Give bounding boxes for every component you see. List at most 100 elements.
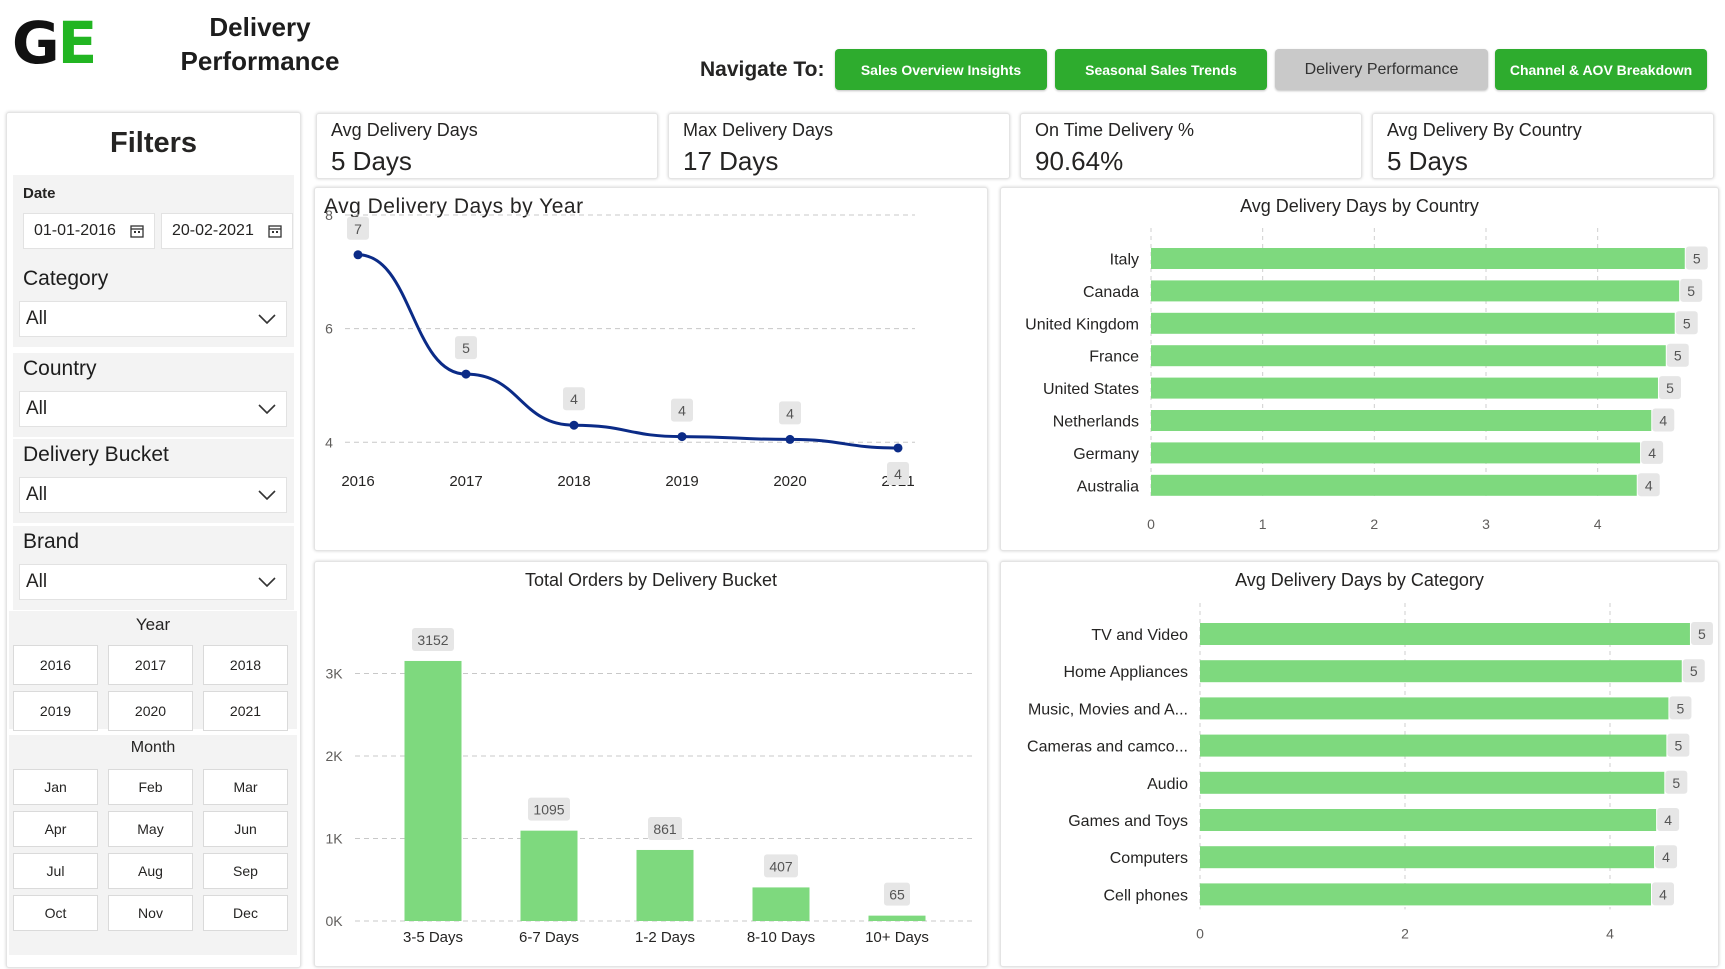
category-dropdown[interactable]: All (19, 301, 287, 337)
data-label: 5 (462, 340, 470, 356)
data-point (893, 443, 903, 453)
nav-delivery-performance-button[interactable]: Delivery Performance (1275, 49, 1488, 90)
data-label: 407 (769, 858, 793, 874)
bar (1151, 280, 1680, 302)
category-chart-card: Avg Delivery Days by Category 0 2 4 TV and … (1000, 561, 1719, 967)
data-point (353, 250, 363, 260)
calendar-icon[interactable] (130, 224, 144, 238)
month-tile-aug[interactable]: Aug (108, 853, 193, 889)
y-tick-label: 3K (325, 666, 343, 682)
kpi-label: Max Delivery Days (683, 120, 834, 140)
bar (752, 887, 810, 921)
avg-delivery-by-category-chart: 0 2 4 TV and Video 5 Home Appliances 5 Music, M… (1027, 603, 1713, 941)
x-tick-label: 2 (1401, 925, 1409, 941)
month-tile-feb[interactable]: Feb (108, 769, 193, 805)
category-label: Cell phones (1104, 887, 1189, 904)
y-tick-label: 0K (325, 913, 343, 929)
category-label: Australia (1077, 478, 1139, 495)
bar (1200, 846, 1655, 869)
x-tick-label: 2020 (773, 473, 806, 490)
bucket-dropdown[interactable]: All (19, 477, 287, 513)
chevron-down-icon (258, 314, 276, 324)
month-tile-mar[interactable]: Mar (203, 769, 288, 805)
calendar-icon[interactable] (268, 224, 282, 238)
bar (636, 849, 694, 921)
month-tile-dec[interactable]: Dec (203, 895, 288, 931)
date-to-value: 20-02-2021 (172, 222, 254, 239)
category-label: United States (1043, 381, 1139, 398)
nav-channel-aov-button[interactable]: Channel & AOV Breakdown (1495, 49, 1707, 90)
month-tile-may[interactable]: May (108, 811, 193, 847)
bar (1200, 697, 1669, 720)
x-tick-label: 0 (1196, 925, 1204, 941)
nav-sales-overview-button[interactable]: Sales Overview Insights (835, 49, 1047, 90)
data-label: 3152 (417, 632, 448, 648)
x-tick-label: 1-2 Days (635, 929, 695, 946)
date-to-input[interactable]: 20-02-2021 (161, 213, 293, 249)
year-label: Year (135, 615, 171, 634)
navigate-label: Navigate To: (700, 58, 825, 81)
year-tile-2020[interactable]: 2020 (108, 691, 193, 731)
category-label: Games and Toys (1068, 813, 1188, 830)
data-label: 7 (354, 221, 362, 237)
bar (1151, 248, 1685, 269)
bar (1151, 377, 1658, 399)
x-tick-label: 10+ Days (865, 929, 929, 946)
category-label: Music, Movies and A... (1028, 701, 1188, 718)
month-tile-nov[interactable]: Nov (108, 895, 193, 931)
chevron-down-icon (258, 490, 276, 500)
data-label: 4 (786, 405, 794, 421)
bucket-chart-card: Total Orders by Delivery Bucket 0K 1K 2K 3K… (314, 561, 988, 967)
category-label: Home Appliances (1063, 664, 1188, 681)
month-tile-oct[interactable]: Oct (13, 895, 98, 931)
x-tick-label: 2016 (341, 473, 374, 490)
month-tile-jan[interactable]: Jan (13, 769, 98, 805)
data-label: 5 (1674, 348, 1682, 364)
data-label: 5 (1687, 283, 1695, 299)
bucket-label: Delivery Bucket (23, 443, 169, 466)
bar (1151, 312, 1675, 334)
month-tile-apr[interactable]: Apr (13, 811, 98, 847)
data-label: 861 (653, 821, 677, 837)
data-label: 4 (1662, 849, 1670, 865)
bar (1200, 734, 1667, 757)
line-chart-card: Avg Delivery Days by Year 4 6 8 2016 2017 201… (314, 187, 988, 551)
month-tile-sep[interactable]: Sep (203, 853, 288, 889)
bar (1200, 809, 1657, 831)
nav-seasonal-trends-button[interactable]: Seasonal Sales Trends (1055, 49, 1267, 90)
kpi-label: Avg Delivery Days (331, 120, 478, 140)
filters-panel: Filters Date 01-01-2016 20-02-2021 Categ… (6, 112, 301, 968)
year-tile-2018[interactable]: 2018 (203, 645, 288, 685)
x-tick-label: 2017 (449, 473, 482, 490)
data-label: 5 (1672, 775, 1680, 791)
data-label: 4 (894, 466, 902, 482)
data-label: 5 (1693, 251, 1701, 267)
y-tick-label: 1K (325, 831, 343, 847)
year-tile-2016[interactable]: 2016 (13, 645, 98, 685)
category-label: Audio (1147, 776, 1188, 793)
month-tile-jun[interactable]: Jun (203, 811, 288, 847)
country-label: Country (23, 357, 97, 380)
year-tile-2017[interactable]: 2017 (108, 645, 193, 685)
country-chart-card: Avg Delivery Days by Country 0 1 2 3 4 Italy 5… (1000, 187, 1719, 551)
kpi-value: 5 Days (1387, 146, 1468, 176)
page-title-line1: Delivery (209, 12, 311, 42)
month-label: Month (130, 739, 176, 756)
kpi-label: Avg Delivery By Country (1387, 120, 1582, 140)
bucket-value: All (26, 484, 48, 505)
data-label: 4 (1664, 812, 1672, 828)
bar (404, 660, 462, 921)
avg-delivery-by-year-chart: 468201620172018201920202021754444 (325, 207, 915, 490)
chevron-down-icon (258, 404, 276, 414)
country-dropdown[interactable]: All (19, 391, 287, 427)
x-tick-label: 2 (1370, 516, 1378, 532)
year-tile-2019[interactable]: 2019 (13, 691, 98, 731)
month-tile-jul[interactable]: Jul (13, 853, 98, 889)
kpi-avg-delivery-by-country: Avg Delivery By Country 5 Days (1372, 113, 1714, 179)
brand-dropdown[interactable]: All (19, 564, 287, 600)
kpi-value: 5 Days (331, 146, 412, 176)
bar (1151, 345, 1666, 367)
brand-label: Brand (23, 530, 80, 553)
year-tile-2021[interactable]: 2021 (203, 691, 288, 731)
date-from-input[interactable]: 01-01-2016 (23, 213, 155, 249)
